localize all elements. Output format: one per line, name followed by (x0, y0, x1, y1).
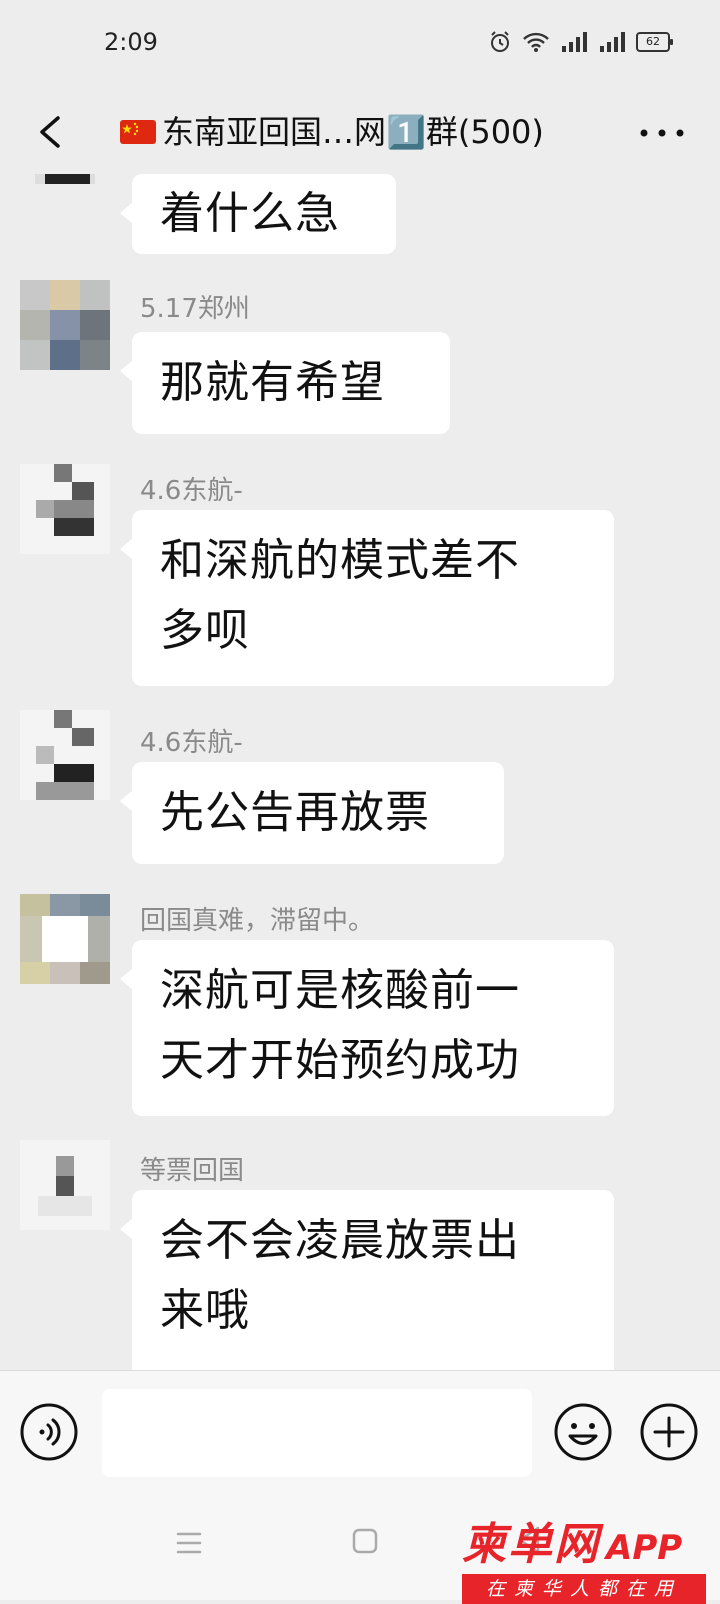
status-icons: 62 (488, 30, 673, 54)
avatar[interactable] (20, 174, 110, 184)
more-button[interactable] (632, 108, 692, 158)
nav-menu-button[interactable] (170, 1524, 208, 1562)
watermark-logo: 柬单网 (462, 1519, 600, 1570)
sender-name: 等票回国 (140, 1156, 245, 1186)
message-text-line: 深航可是核酸前一 (160, 965, 520, 1016)
china-flag-icon (120, 120, 156, 144)
message-bubble[interactable]: 和深航的模式差不 多呗 (120, 510, 614, 686)
menu-icon (176, 1532, 202, 1554)
watermark-app: APP (606, 1528, 683, 1568)
signal-icon (562, 32, 587, 52)
chat-header: 东南亚回国…网1️⃣群(500) (0, 92, 720, 174)
sender-name: 4.6东航- (140, 476, 243, 506)
smile-icon (554, 1403, 612, 1461)
back-icon (40, 116, 60, 148)
plus-icon (640, 1403, 698, 1461)
message-bubble[interactable]: 那就有希望 (120, 332, 450, 434)
nav-home-button[interactable] (346, 1522, 384, 1560)
avatar[interactable] (20, 280, 110, 370)
home-icon (352, 1528, 378, 1554)
status-time: 2:09 (104, 28, 158, 56)
sender-name: 4.6东航- (140, 728, 243, 758)
more-functions-button[interactable] (638, 1401, 700, 1463)
sender-name: 回国真难，滞留中。 (140, 906, 375, 936)
avatar[interactable] (20, 1140, 110, 1230)
avatar[interactable] (20, 464, 110, 554)
avatar[interactable] (20, 710, 110, 800)
message-text: 着什么急 (160, 188, 340, 239)
message-text-line: 天才开始预约成功 (160, 1035, 520, 1086)
signal-icon-2 (600, 32, 625, 52)
more-icon (640, 129, 684, 137)
avatar[interactable] (20, 894, 110, 984)
message-text: 先公告再放票 (160, 787, 430, 838)
watermark: 柬单网 APP 在柬华人都在用 (462, 1508, 714, 1604)
chat-area[interactable]: 着什么急 5.17郑州 那就有希望 4.6东航- 和深航的模式差不 多呗 4.6… (0, 174, 720, 1370)
message-bubble[interactable]: 先公告再放票 (120, 762, 504, 864)
message-text-line: 来哦 (160, 1285, 250, 1336)
sender-name: 5.17郑州 (140, 294, 250, 324)
message-input[interactable] (102, 1389, 532, 1477)
chat-title: 东南亚回国…网1️⃣群(500) (120, 104, 590, 160)
chat-title-text: 东南亚回国…网1️⃣群(500) (162, 113, 544, 151)
message-text-line: 会不会凌晨放票出 (160, 1215, 520, 1266)
input-bar (0, 1370, 720, 1493)
message-text: 那就有希望 (160, 357, 385, 408)
status-bar: 2:09 62 (0, 0, 720, 92)
message-text-line: 和深航的模式差不 (160, 535, 520, 586)
emoji-button[interactable] (552, 1401, 614, 1463)
wifi-icon (523, 32, 549, 52)
voice-icon (20, 1403, 78, 1461)
back-button[interactable] (20, 102, 80, 162)
alarm-icon (491, 31, 509, 52)
message-bubble[interactable]: 深航可是核酸前一 天才开始预约成功 (120, 940, 614, 1116)
voice-button[interactable] (18, 1401, 80, 1463)
message-text-line: 多呗 (160, 605, 250, 656)
message-bubble[interactable]: 会不会凌晨放票出 来哦 (120, 1190, 614, 1370)
message-bubble[interactable]: 着什么急 (120, 174, 396, 254)
battery-icon: 62 (636, 32, 673, 52)
